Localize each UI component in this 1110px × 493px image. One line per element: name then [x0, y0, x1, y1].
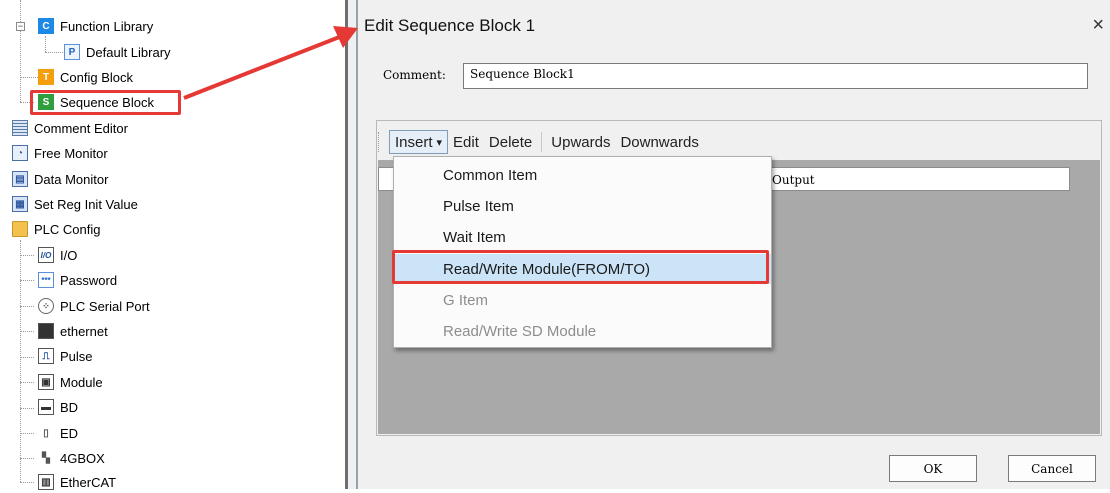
annotation-highlight-box: [392, 250, 769, 284]
ok-button[interactable]: OK: [889, 455, 977, 482]
tree-item-label: Function Library: [60, 18, 154, 34]
project-tree: − C Function Library P Default Library T…: [0, 0, 345, 490]
password-icon: ***: [38, 272, 54, 288]
menu-item-read-write-sd-module[interactable]: Read/Write SD Module: [394, 316, 771, 346]
ethernet-icon: [38, 323, 54, 339]
tree-item-comment-editor[interactable]: Comment Editor: [12, 117, 128, 139]
menu-item-g-item[interactable]: G Item: [394, 285, 771, 315]
tree-guide: [20, 433, 34, 434]
bd-icon: ▬: [38, 399, 54, 415]
pane-splitter[interactable]: [345, 0, 358, 489]
tree-guide: [20, 382, 34, 383]
delete-button[interactable]: Delete: [484, 134, 537, 151]
tree-item-label: Pulse: [60, 348, 93, 364]
toolbar-separator: [541, 132, 543, 152]
insert-label: Insert: [395, 133, 433, 151]
tree-guide: [45, 52, 63, 53]
tree-guide: [20, 331, 34, 332]
cancel-button[interactable]: Cancel: [1008, 455, 1096, 482]
sequence-toolbar: Insert ▾ Edit Delete Upwards Downwards: [378, 127, 704, 157]
library-page-icon: P: [64, 44, 80, 60]
io-icon: I/O: [38, 247, 54, 263]
serial-port-icon: ⁘: [38, 298, 54, 314]
comment-input[interactable]: Sequence Block1: [463, 63, 1088, 89]
tree-item-password[interactable]: *** Password: [38, 269, 117, 291]
tree-item-label: Config Block: [60, 69, 133, 85]
column-header-output[interactable]: Output: [772, 173, 815, 187]
tree-item-config-block[interactable]: T Config Block: [38, 66, 133, 88]
tree-item-module[interactable]: ▣ Module: [38, 371, 103, 393]
tree-item-label: Password: [60, 272, 118, 288]
tree-item-ethernet[interactable]: ethernet: [38, 320, 108, 342]
dialog-title: Edit Sequence Block 1: [364, 16, 536, 35]
tree-item-label: EtherCAT: [60, 474, 117, 490]
tree-guide: [20, 357, 34, 358]
tree-item-function-library[interactable]: C Function Library: [38, 15, 153, 37]
tree-item-free-monitor[interactable]: ◔ Free Monitor: [12, 142, 108, 164]
tree-guide: [20, 458, 34, 459]
tree-item-plc-serial-port[interactable]: ⁘ PLC Serial Port: [38, 295, 150, 317]
tree-guide: [20, 306, 34, 307]
tree-guide: [45, 36, 46, 52]
monitor-icon: ◔: [12, 145, 28, 161]
ed-icon: ▯: [43, 427, 49, 439]
register-icon: ▦: [12, 196, 28, 212]
tree-item-bd[interactable]: ▬ BD: [38, 396, 78, 418]
tree-item-data-monitor[interactable]: ▤ Data Monitor: [12, 168, 108, 190]
menu-item-wait-item[interactable]: Wait Item: [394, 222, 771, 252]
config-block-icon: T: [38, 69, 54, 85]
tree-item-label: Data Monitor: [34, 171, 109, 187]
tree-guide: [20, 30, 21, 102]
tree-item-label: ethernet: [60, 323, 108, 339]
tree-item-ethercat[interactable]: ▥ EtherCAT: [38, 471, 116, 493]
tree-guide: [20, 482, 34, 483]
upwards-button[interactable]: Upwards: [546, 134, 615, 151]
folder-icon: [12, 221, 28, 237]
tree-item-label: Comment Editor: [34, 120, 128, 136]
tree-item-label: Module: [60, 374, 103, 390]
tree-item-default-library[interactable]: P Default Library: [64, 41, 171, 63]
tree-item-io[interactable]: I/O I/O: [38, 244, 77, 266]
comment-label: Comment:: [383, 68, 446, 82]
module-icon: ▣: [38, 374, 54, 390]
chevron-down-icon: ▾: [436, 136, 443, 149]
pulse-icon: ⎍: [38, 348, 54, 364]
tree-item-label: BD: [60, 399, 79, 415]
tree-item-label: ED: [60, 425, 79, 441]
tree-guide: [20, 255, 34, 256]
ethercat-icon: ▥: [38, 474, 54, 490]
tree-guide: [20, 280, 34, 281]
function-library-icon: C: [38, 18, 54, 34]
close-icon[interactable]: ×: [1092, 14, 1104, 37]
tree-item-label: 4GBOX: [60, 450, 105, 466]
tree-item-set-reg-init-value[interactable]: ▦ Set Reg Init Value: [12, 193, 138, 215]
data-monitor-icon: ▤: [12, 171, 28, 187]
downwards-button[interactable]: Downwards: [615, 134, 703, 151]
tree-item-plc-config[interactable]: PLC Config: [12, 218, 100, 240]
tree-item-label: Free Monitor: [34, 145, 108, 161]
tree-guide: [20, 77, 38, 78]
tree-guide: [20, 240, 21, 482]
tree-item-label: I/O: [60, 247, 78, 263]
menu-item-pulse-item[interactable]: Pulse Item: [394, 191, 771, 221]
tree-guide: [20, 408, 34, 409]
edit-button[interactable]: Edit: [448, 134, 484, 151]
menu-item-common-item[interactable]: Common Item: [394, 160, 771, 190]
insert-button[interactable]: Insert ▾: [389, 130, 449, 154]
tree-item-label: PLC Config: [34, 221, 101, 237]
4gbox-icon: ▚: [42, 452, 50, 464]
toolbar-grip: [378, 132, 383, 152]
annotation-highlight-box: [30, 90, 181, 115]
tree-item-label: Set Reg Init Value: [34, 196, 138, 212]
collapse-toggle[interactable]: −: [16, 22, 25, 31]
tree-item-4gbox[interactable]: ▚ 4GBOX: [38, 447, 105, 469]
tree-item-label: PLC Serial Port: [60, 298, 150, 314]
tree-item-label: Default Library: [86, 44, 171, 60]
tree-item-pulse[interactable]: ⎍ Pulse: [38, 345, 93, 367]
comment-editor-icon: [12, 120, 28, 136]
tree-item-ed[interactable]: ▯ ED: [38, 422, 78, 444]
